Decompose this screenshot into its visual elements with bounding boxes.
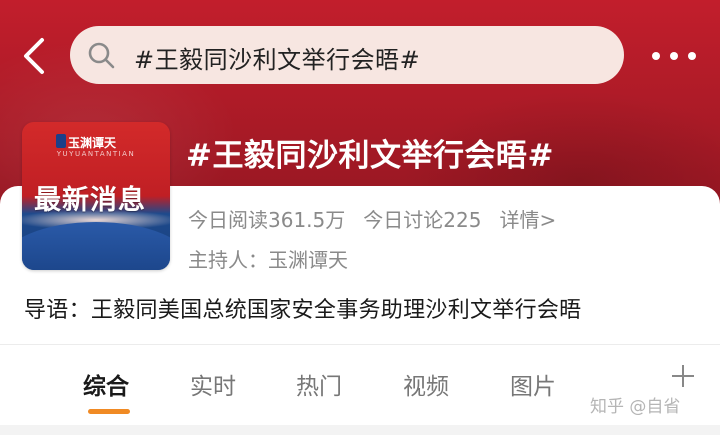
back-button[interactable] [18, 36, 54, 76]
details-link[interactable]: 详情> [499, 204, 556, 233]
search-icon [88, 42, 115, 69]
topic-thumbnail[interactable]: 玉渊谭天 YUYUANTANTIAN 最新消息 [22, 122, 170, 270]
more-dots-icon [652, 52, 660, 60]
tab-bar: 综合 实时 热门 视频 图片 [0, 345, 720, 435]
thumbnail-logo: 玉渊谭天 [68, 136, 117, 150]
more-options-button[interactable] [652, 50, 696, 62]
more-dots-icon [670, 52, 678, 60]
plus-icon[interactable] [670, 363, 696, 389]
more-dots-icon [688, 52, 696, 60]
logo-mark-icon [56, 134, 66, 148]
tab-comprehensive[interactable]: 综合 [83, 367, 129, 401]
search-query[interactable]: #王毅同沙利文举行会晤# [134, 40, 420, 75]
tab-images[interactable]: 图片 [510, 367, 556, 401]
tab-video[interactable]: 视频 [403, 367, 449, 401]
thumbnail-earth [22, 222, 170, 270]
watermark: 知乎 @自省 [590, 397, 681, 417]
active-tab-indicator [88, 409, 130, 414]
topic-stats: 今日阅读361.5万 今日讨论225 详情> [188, 204, 556, 233]
thumbnail-subtitle: YUYUANTANTIAN [56, 150, 136, 158]
topic-intro: 导语：王毅同美国总统国家安全事务助理沙利文举行会晤 [24, 298, 582, 323]
tab-hot[interactable]: 热门 [296, 367, 342, 401]
tab-realtime[interactable]: 实时 [190, 367, 236, 401]
search-bar[interactable]: #王毅同沙利文举行会晤# [70, 26, 624, 84]
thumbnail-headline: 最新消息 [34, 185, 146, 216]
bottom-strip [0, 425, 720, 435]
read-count: 今日阅读361.5万 [188, 208, 346, 232]
topic-host[interactable]: 主持人：玉渊谭天 [188, 244, 348, 273]
discussion-count: 今日讨论225 [363, 208, 482, 232]
topic-title: #王毅同沙利文举行会晤# [186, 138, 554, 174]
chevron-left-icon [24, 38, 44, 74]
